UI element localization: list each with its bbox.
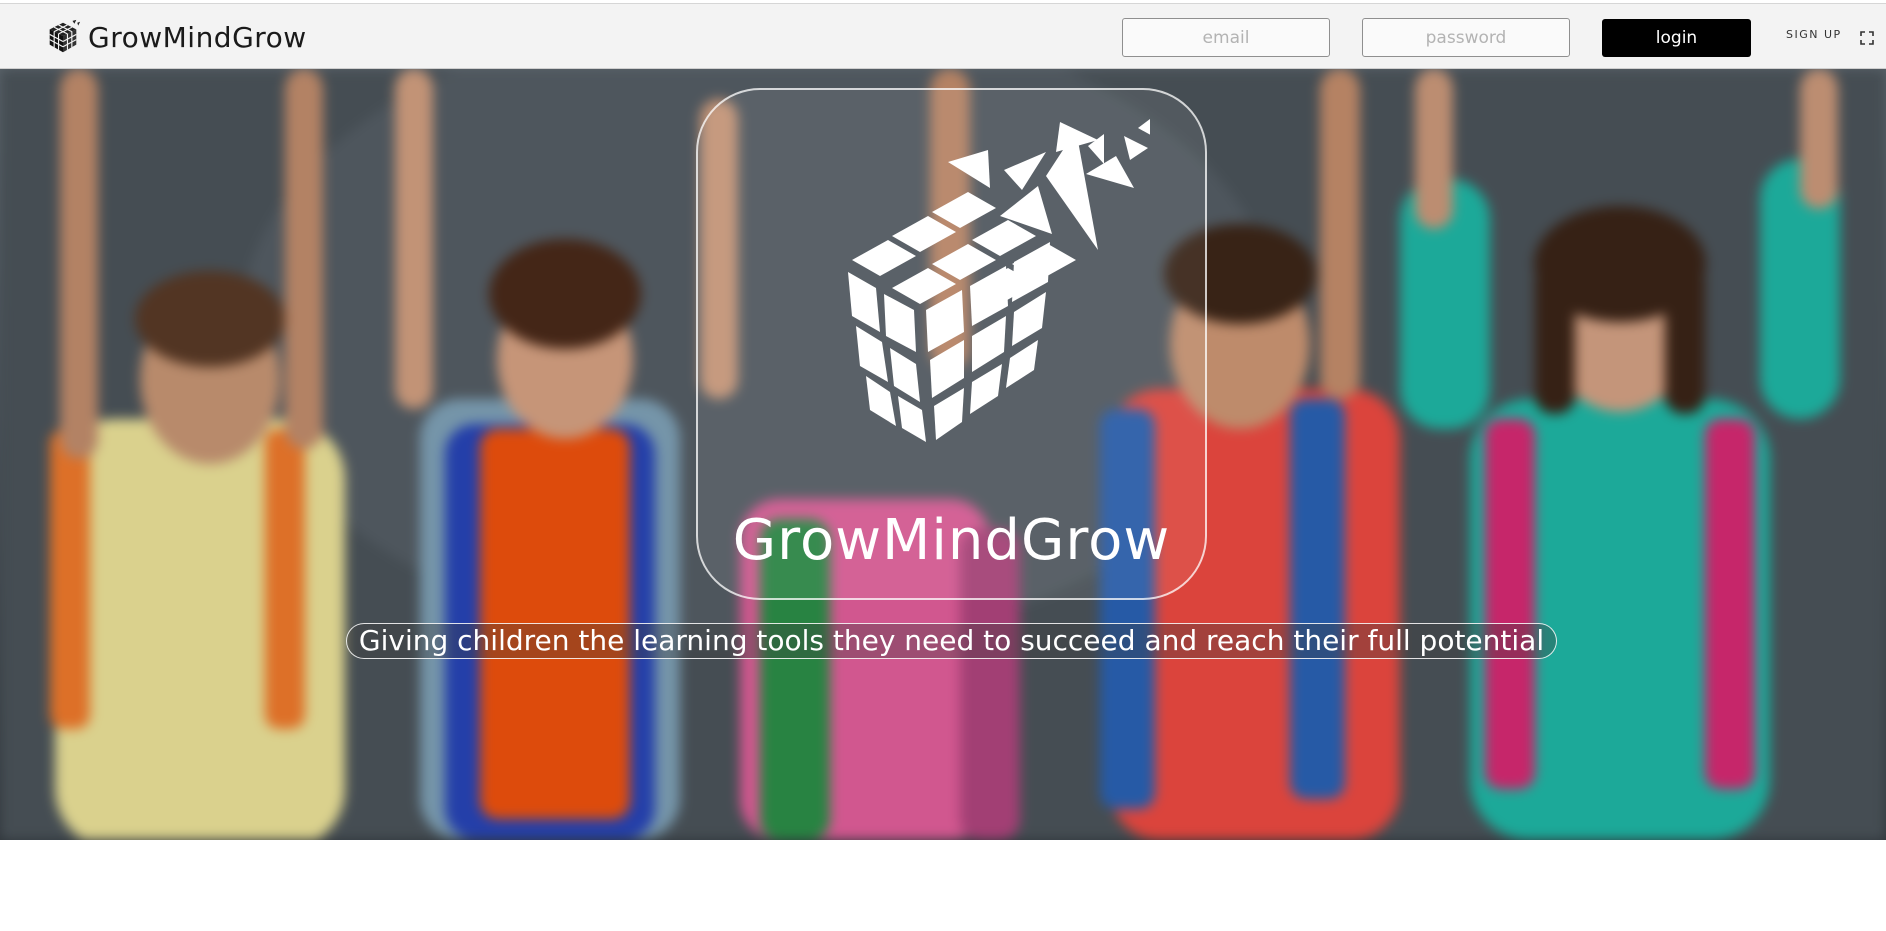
hero-banner: GrowMindGrow Giving children the learnin… <box>0 69 1886 840</box>
cube-logo-icon <box>848 119 1150 442</box>
hero-title: GrowMindGrow <box>732 508 1171 573</box>
top-navbar: GrowMindGrow login SIGN UP <box>0 3 1886 69</box>
signup-link[interactable]: SIGN UP <box>1786 28 1842 41</box>
hero-logo-card: GrowMindGrow <box>696 88 1207 600</box>
hero-tagline: Giving children the learning tools they … <box>346 623 1557 659</box>
email-input[interactable] <box>1122 18 1330 57</box>
fullscreen-icon[interactable] <box>1860 31 1874 45</box>
login-button[interactable]: login <box>1602 19 1751 57</box>
brand-name: GrowMindGrow <box>88 20 307 54</box>
cube-logo-icon <box>49 19 81 53</box>
password-input[interactable] <box>1362 18 1570 57</box>
brand[interactable]: GrowMindGrow <box>44 4 307 70</box>
